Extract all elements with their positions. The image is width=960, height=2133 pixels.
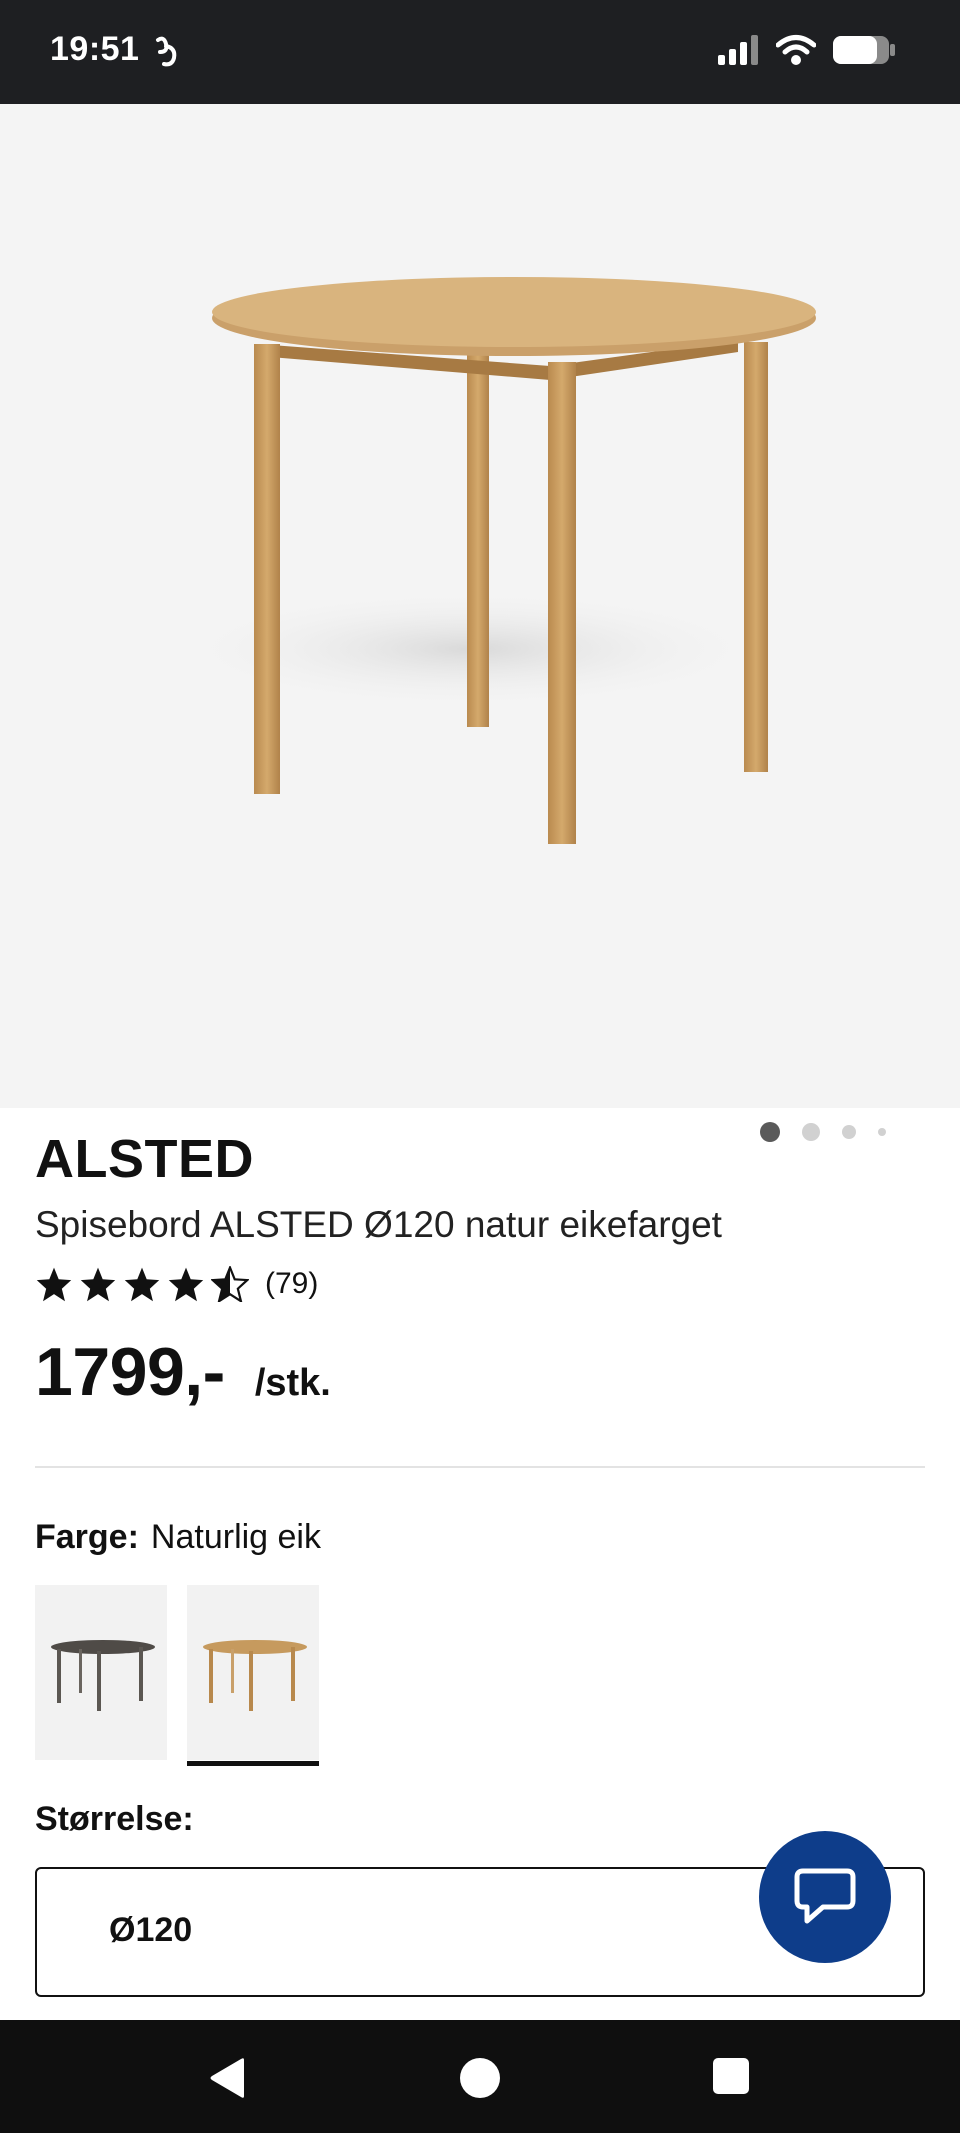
carousel-dots[interactable] — [760, 1122, 886, 1142]
chat-button[interactable] — [759, 1831, 891, 1963]
wifi-icon — [776, 35, 816, 65]
product-image[interactable] — [0, 104, 960, 1142]
star-icon — [80, 1267, 116, 1302]
navigation-bar — [0, 2020, 960, 2133]
review-count[interactable]: (79) — [265, 1267, 318, 1301]
recents-icon[interactable] — [712, 2057, 750, 2095]
carousel-dot[interactable] — [760, 1122, 780, 1142]
half-star-icon — [211, 1266, 249, 1302]
status-bar: 19:51 — [0, 0, 960, 104]
app-notification-icon — [156, 36, 177, 67]
rating[interactable]: (79) — [35, 1266, 318, 1302]
price-unit: /stk. — [254, 1362, 331, 1404]
home-icon[interactable] — [459, 2057, 501, 2099]
color-label: Farge: — [35, 1518, 139, 1556]
product-name: ALSTED — [35, 1129, 254, 1189]
size-label: Størrelse: — [35, 1800, 194, 1838]
grey-table-thumbnail — [51, 1640, 155, 1711]
star-icon — [124, 1267, 160, 1302]
chat-bubble-icon — [794, 1868, 856, 1924]
size-value: Ø120 — [109, 1911, 193, 1949]
divider — [35, 1466, 925, 1468]
battery-icon — [833, 36, 895, 64]
carousel-dot[interactable] — [802, 1123, 820, 1141]
oak-table-thumbnail — [203, 1640, 307, 1711]
color-swatch-grey[interactable] — [35, 1585, 167, 1760]
star-icon — [168, 1267, 204, 1302]
carousel-dot[interactable] — [878, 1128, 886, 1136]
product-description: Spisebord ALSTED Ø120 natur eikefarget — [35, 1204, 722, 1245]
back-icon[interactable] — [208, 2057, 248, 2099]
status-time: 19:51 — [50, 30, 140, 68]
color-value: Naturlig eik — [150, 1518, 321, 1556]
signal-icon — [718, 35, 758, 65]
price: 1799,- — [35, 1334, 225, 1410]
table-photo — [170, 277, 816, 844]
color-row: Farge: Naturlig eik — [35, 1518, 321, 1557]
carousel-dot[interactable] — [842, 1125, 856, 1139]
color-swatch-natural-oak[interactable] — [187, 1585, 319, 1766]
star-icon — [36, 1267, 72, 1302]
price-row: 1799,- /stk. — [35, 1333, 331, 1411]
rating-stars — [35, 1266, 249, 1302]
